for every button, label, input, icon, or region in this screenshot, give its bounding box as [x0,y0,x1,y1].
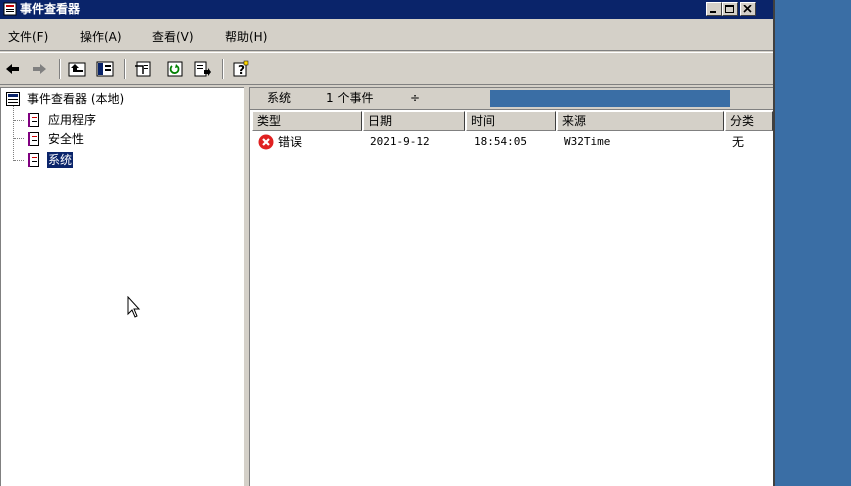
event-count: 1 个事件 [326,91,374,105]
tree-root-label: 事件查看器 (本地) [27,92,125,106]
title-bar[interactable]: 事件查看器 [0,0,773,19]
tree-item-application[interactable]: 应用程序 [27,112,177,128]
close-button[interactable] [740,2,756,16]
desktop-background [777,0,851,486]
event-source: W32Time [564,135,611,148]
event-viewer-icon [3,2,17,16]
export-list-icon[interactable] [194,60,212,78]
table-row[interactable]: 错误 2021-9-12 18:54:05 W32Time 无 [250,133,773,151]
tree-connector [14,160,24,161]
tree-item-label: 系统 [47,152,74,168]
console-tree[interactable]: 事件查看器 (本地) 应用程序 安全性 系统 [0,87,244,486]
menu-help[interactable]: 帮助(H) [225,29,267,45]
forward-arrow-icon[interactable] [30,60,48,78]
event-list-header: 类型 日期 时间 来源 分类 [250,111,773,131]
event-category: 无 [732,135,745,149]
back-arrow-icon[interactable] [4,60,22,78]
help-icon[interactable]: ? [232,60,250,78]
log-name: 系统 [267,91,292,105]
event-viewer-window: 事件查看器 文件(F) 操作(A) 查看(V) 帮助(H) ? 事件查看器 (本… [0,0,775,486]
log-book-icon [27,153,41,167]
column-type[interactable]: 类型 [252,111,362,131]
event-type: 错误 [278,135,303,149]
event-list-pane: 系统 1 个事件 ÷ 类型 日期 时间 来源 分类 错误 2021-9-12 1… [249,87,773,486]
tree-item-label: 应用程序 [48,113,97,127]
tree-item-label: 安全性 [48,132,85,146]
menu-action[interactable]: 操作(A) [80,29,122,45]
show-hide-tree-icon[interactable] [96,60,114,78]
toolbar-separator [222,59,224,79]
up-folder-icon[interactable] [68,60,86,78]
log-book-icon [27,132,41,146]
toolbar-separator [59,59,61,79]
menu-file[interactable]: 文件(F) [8,29,48,45]
column-source[interactable]: 来源 [557,111,724,131]
error-icon [258,134,274,150]
tree-item-security[interactable]: 安全性 [27,131,177,147]
tree-connector [14,120,24,121]
properties-icon[interactable] [134,60,152,78]
window-title: 事件查看器 [20,2,81,16]
refresh-icon[interactable] [166,60,184,78]
minimize-button[interactable] [706,2,722,16]
event-date: 2021-9-12 [370,135,430,148]
toolbar-separator [124,59,126,79]
event-viewer-root-icon [6,92,20,106]
tree-item-system[interactable]: 系统 [27,152,177,168]
tree-root-node[interactable]: 事件查看器 (本地) [6,91,236,107]
column-date[interactable]: 日期 [363,111,465,131]
mouse-pointer-icon [127,295,143,320]
tree-connector [13,105,14,161]
menu-bar: 文件(F) 操作(A) 查看(V) 帮助(H) [0,21,773,51]
info-bar-highlight [490,90,730,107]
sort-marker: ÷ [410,91,421,105]
event-time: 18:54:05 [474,135,527,148]
menu-view[interactable]: 查看(V) [152,29,194,45]
log-book-icon [27,113,41,127]
tree-connector [14,138,24,139]
log-info-bar: 系统 1 个事件 ÷ [250,88,773,110]
column-time[interactable]: 时间 [466,111,556,131]
toolbar: ? [0,52,773,85]
column-category[interactable]: 分类 [725,111,773,131]
maximize-button[interactable] [722,2,738,16]
